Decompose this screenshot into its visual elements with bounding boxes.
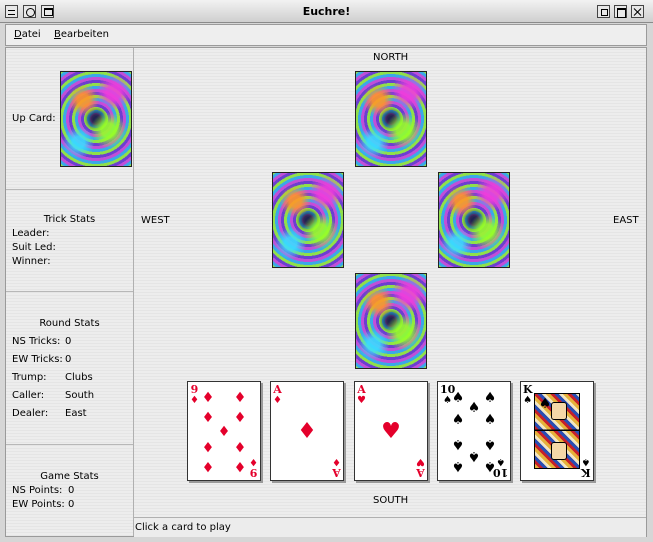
caller-label: Caller: [12,390,45,401]
title-bar[interactable]: Euchre! [0,0,653,23]
north-label: NORTH [373,52,409,63]
trump-value: Clubs [65,372,93,383]
card-suit-icon: ♥ [416,456,425,467]
stats-sidebar: Up Card: Trick Stats Leader: Suit Led: W… [6,48,134,536]
divider [6,189,133,190]
ns-points-value: 0 [68,485,75,496]
king-figure: ♠ [534,393,580,469]
ns-points-label: NS Points: [12,485,63,496]
ew-tricks-value: 0 [65,354,72,365]
card-rank: 9 [249,466,258,479]
menu-bearbeiten-mnemonic: B [54,29,61,40]
winner-label: Winner: [12,256,51,267]
up-card [60,71,132,167]
menu-datei-label: atei [21,29,41,40]
south-label: SOUTH [373,495,409,506]
ew-points-label: EW Points: [12,499,65,510]
ew-tricks-label: EW Tricks: [12,354,63,365]
hand-card-ten-of-spades[interactable]: 10 ♠ 10 ♠ ♠ ♠ ♠ ♠ ♠ ♠ ♠ ♠ ♠ ♠ [437,381,511,481]
card-pip-icon: ♠ [483,458,497,474]
spade-icon: ♠ [538,396,552,412]
card-suit-icon: ♦ [332,456,341,467]
menu-datei[interactable]: Datei [14,29,41,40]
card-pip-icon: ♠ [467,448,481,464]
maximize-icon[interactable] [614,5,627,18]
card-rank: A [332,466,341,479]
east-label: EAST [613,215,639,226]
trick-stats-title: Trick Stats [43,214,96,225]
card-index: 9 ♦ [249,456,258,479]
card-pip-icon: ♠ [483,412,497,428]
north-card-back [355,71,427,167]
card-pip-icon: ♠ [451,412,465,428]
card-pip-icon: ♠ [451,436,465,452]
hand-card-ace-of-hearts[interactable]: A ♥ A ♥ ♥ [354,381,428,481]
caller-value: South [65,390,95,401]
card-pip-icon: ♥ [381,419,401,444]
card-index: A ♦ [332,456,341,479]
suit-led-label: Suit Led: [12,242,56,253]
round-stats-title: Round Stats [39,318,100,329]
card-pip-icon: ♦ [217,424,231,440]
card-pip-icon: ♦ [201,390,215,406]
card-suit-icon: ♠ [523,395,533,406]
status-text: Click a card to play [135,522,231,533]
card-pip-icon: ♦ [233,438,247,454]
card-suit-icon: ♦ [249,456,258,467]
card-index: 9 ♦ [190,384,199,406]
leader-label: Leader: [12,228,50,239]
dealer-label: Dealer: [12,408,49,419]
card-pip-icon: ♠ [451,390,465,406]
card-pip-icon: ♦ [201,438,215,454]
king-head [551,442,567,460]
card-pip-icon: ♠ [483,390,497,406]
trump-label: Trump: [12,372,47,383]
close-icon[interactable] [631,5,644,18]
card-pip-icon: ♠ [483,436,497,452]
west-card-back [272,172,344,268]
card-rank: K [581,466,591,479]
card-pip-icon: ♠ [451,458,465,474]
card-pip-icon: ♠ [467,400,481,416]
menu-bar: Datei Bearbeiten [5,24,647,46]
ew-points-value: 0 [68,499,75,510]
game-stats-title: Game Stats [40,471,99,482]
hand-card-king-of-spades[interactable]: K ♠ K ♠ ♠ [520,381,594,481]
card-suit-icon: ♦ [190,395,199,406]
up-card-label: Up Card: [12,113,56,124]
card-index: K ♠ [581,456,591,479]
card-pip-icon: ♦ [297,419,317,444]
hand-card-nine-of-diamonds[interactable]: 9 ♦ 9 ♦ ♦ ♦ ♦ ♦ ♦ ♦ ♦ ♦ ♦ [187,381,261,481]
divider [6,444,133,445]
menu-bearbeiten[interactable]: Bearbeiten [54,29,109,40]
card-index: A ♥ [357,384,366,406]
status-bar: Click a card to play [134,517,646,537]
card-suit-icon: ♦ [273,395,282,406]
card-pip-icon: ♦ [233,390,247,406]
card-pip-icon: ♦ [201,410,215,426]
south-card-back [355,273,427,369]
card-pip-icon: ♦ [201,458,215,474]
card-suit-icon: ♠ [581,456,591,467]
card-pip-icon: ♦ [233,410,247,426]
card-suit-icon: ♥ [357,395,366,406]
menu-datei-mnemonic: D [14,29,22,40]
west-label: WEST [141,215,170,226]
card-pip-icon: ♦ [233,458,247,474]
card-index: K ♠ [523,384,533,406]
minimize-icon[interactable] [597,5,610,18]
king-head [551,402,567,420]
card-index: A ♦ [273,384,282,406]
card-index: A ♥ [416,456,425,479]
window-title: Euchre! [302,5,351,18]
hand-card-ace-of-diamonds[interactable]: A ♦ A ♦ ♦ [270,381,344,481]
game-area: Up Card: Trick Stats Leader: Suit Led: W… [5,47,647,537]
dealer-value: East [65,408,87,419]
divider [6,291,133,292]
ns-tricks-label: NS Tricks: [12,336,61,347]
east-card-back [438,172,510,268]
ns-tricks-value: 0 [65,336,72,347]
card-rank: A [416,466,425,479]
menu-bearbeiten-label: earbeiten [60,29,109,40]
